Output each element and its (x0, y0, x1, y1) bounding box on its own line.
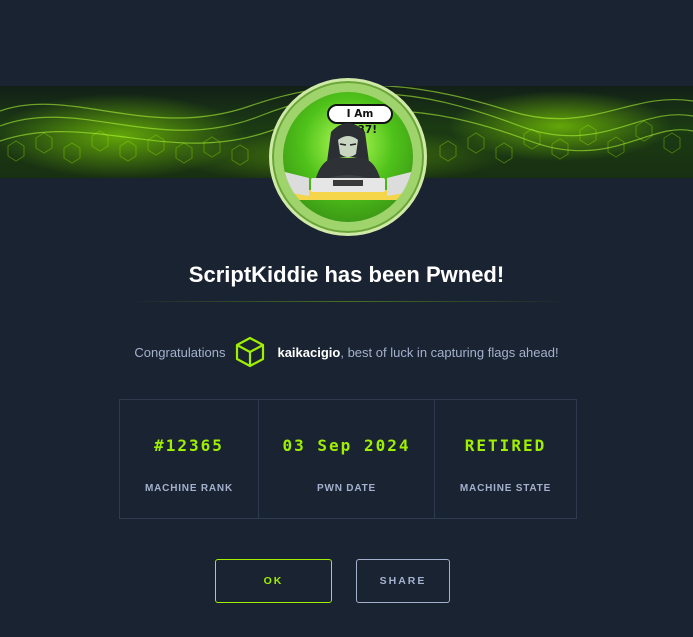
stat-machine-rank: #12365 MACHINE RANK (120, 400, 259, 518)
avatar-artwork: I Am 1337! (283, 92, 413, 222)
page-title: ScriptKiddie has been Pwned! (188, 262, 505, 287)
hooded-hacker-icon (285, 123, 411, 200)
congrats-prefix: Congratulations (134, 344, 226, 360)
machine-avatar: I Am 1337! (269, 78, 427, 236)
pwn-date-value: 03 Sep 2024 (282, 436, 411, 455)
username-link[interactable]: kaikacigio (277, 345, 340, 360)
user-cube-icon (233, 335, 267, 369)
congrats-suffix: , best of luck in capturing flags ahead! (340, 344, 559, 360)
machine-state-label: MACHINE STATE (459, 483, 552, 494)
share-button[interactable]: SHARE (356, 559, 450, 603)
title-divider (126, 301, 570, 302)
ok-button[interactable]: OK (215, 559, 332, 603)
pwned-dialog: I Am 1337! ScriptKiddie has been Pwned! (0, 0, 693, 637)
machine-state-value: RETIRED (464, 436, 547, 455)
machine-rank-label: MACHINE RANK (145, 483, 233, 494)
stat-pwn-date: 03 Sep 2024 PWN DATE (259, 400, 435, 518)
stat-machine-state: RETIRED MACHINE STATE (435, 400, 576, 518)
pwn-date-label: PWN DATE (317, 483, 376, 494)
stats-panel: #12365 MACHINE RANK 03 Sep 2024 PWN DATE… (119, 399, 577, 519)
machine-rank-value: #12365 (154, 436, 224, 455)
congratulations-message: Congratulations kaikacigio , best of luc… (0, 334, 693, 370)
